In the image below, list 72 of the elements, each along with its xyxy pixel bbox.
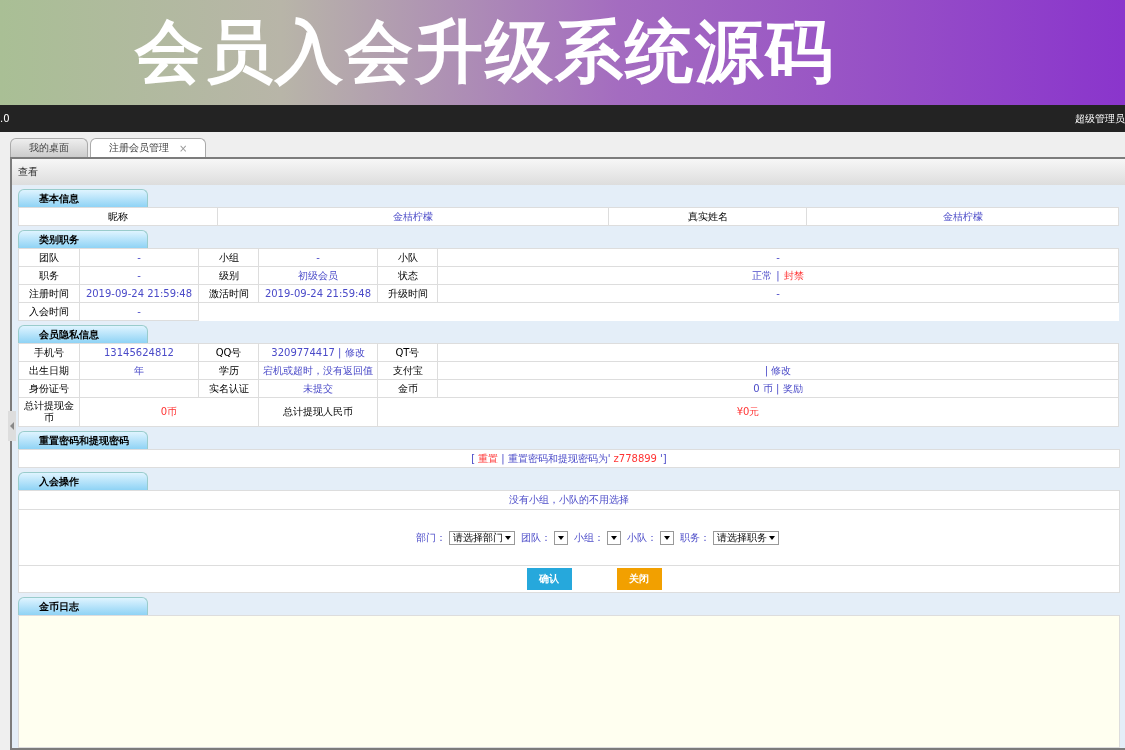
table-cell: - — [437, 284, 1119, 303]
panel-title: 查看 — [18, 165, 38, 179]
collapse-handle-icon[interactable] — [8, 411, 16, 441]
table-cell: 注册时间 — [18, 284, 80, 303]
table-cell: 昵称 — [18, 207, 218, 226]
table-cell: QQ号 — [198, 343, 259, 362]
table-cell: 出生日期 — [18, 361, 80, 380]
table-cell: - — [79, 266, 199, 285]
caret-icon — [611, 535, 617, 540]
hint-text: 没有小组，小队的不用选择 — [509, 493, 629, 507]
field-label: 职务： — [680, 530, 710, 545]
table-cell: | 修改 — [437, 361, 1119, 380]
table-cell: - — [258, 248, 378, 267]
caret-icon — [505, 535, 511, 540]
table-cell: ¥0元 — [377, 397, 1119, 427]
reset-text: '] — [660, 453, 667, 464]
select-field[interactable] — [660, 530, 674, 545]
table-cell: 宕机或超时，没有返回值 — [258, 361, 378, 380]
tab-label[interactable]: 注册会员管理 — [109, 141, 169, 155]
table-cell: 年 — [79, 361, 199, 380]
reset-text: | 重置密码和提现密码为' — [501, 451, 611, 466]
table-cell: 入会时间 — [18, 302, 80, 321]
field-label: 小组： — [574, 530, 604, 545]
select-field[interactable]: 请选择部门 — [449, 530, 515, 545]
select-field[interactable] — [554, 530, 568, 545]
table-cell: 状态 — [377, 266, 438, 285]
table-cell: 0币 — [79, 397, 259, 427]
select-field[interactable]: 请选择职务 — [713, 530, 779, 545]
table-cell: 学历 — [198, 361, 259, 380]
table-cell: - — [437, 248, 1119, 267]
table-cell: 3209774417 | 修改 — [258, 343, 378, 362]
status-link[interactable]: 正常 — [752, 269, 773, 281]
status-link[interactable]: | — [776, 269, 780, 281]
caret-icon — [664, 535, 670, 540]
tab[interactable]: 我的桌面 — [10, 138, 88, 157]
tab[interactable]: 注册会员管理 × — [90, 138, 207, 157]
version-text: .0 — [0, 113, 10, 124]
table-cell: 身份证号 — [18, 379, 80, 398]
table-cell: 金桔柠檬 — [217, 207, 609, 226]
reset-text: [ — [471, 453, 476, 464]
table-cell: 金桔柠檬 — [806, 207, 1119, 226]
table-cell: 小组 — [198, 248, 259, 267]
field-label: 小队： — [627, 530, 657, 545]
table-cell: 小队 — [377, 248, 438, 267]
caret-icon — [769, 535, 775, 540]
table-cell: 真实姓名 — [608, 207, 807, 226]
table-cell: 初级会员 — [258, 266, 378, 285]
field-label: 部门： — [416, 530, 446, 545]
table-cell: - — [79, 248, 199, 267]
banner-title: 会员入会升级系统源码 — [135, 11, 835, 93]
table-cell: 总计提现人民币 — [258, 397, 378, 427]
reset-text: z778899 — [613, 453, 657, 464]
reset-text: 重置 — [478, 451, 499, 466]
field-label: 团队： — [521, 530, 551, 545]
table-cell: 团队 — [18, 248, 80, 267]
user-name[interactable]: 超级管理员 — [1075, 111, 1125, 126]
table-cell: 升级时间 — [377, 284, 438, 303]
table-cell: 激活时间 — [198, 284, 259, 303]
select-field[interactable] — [607, 530, 621, 545]
table-cell: 总计提现金币 — [18, 397, 80, 427]
table-cell: 级别 — [198, 266, 259, 285]
table-cell: 手机号 — [18, 343, 80, 362]
tab-label[interactable]: 我的桌面 — [29, 141, 69, 155]
table-cell: 2019-09-24 21:59:48 — [79, 284, 199, 303]
table-cell: 13145624812 — [79, 343, 199, 362]
table-cell: 职务 — [18, 266, 80, 285]
table-cell: 支付宝 — [377, 361, 438, 380]
table-cell: QT号 — [377, 343, 438, 362]
status-link[interactable]: 封禁 — [783, 269, 804, 281]
caret-icon — [558, 535, 564, 540]
table-cell: - — [79, 302, 199, 321]
table-cell: 2019-09-24 21:59:48 — [258, 284, 378, 303]
